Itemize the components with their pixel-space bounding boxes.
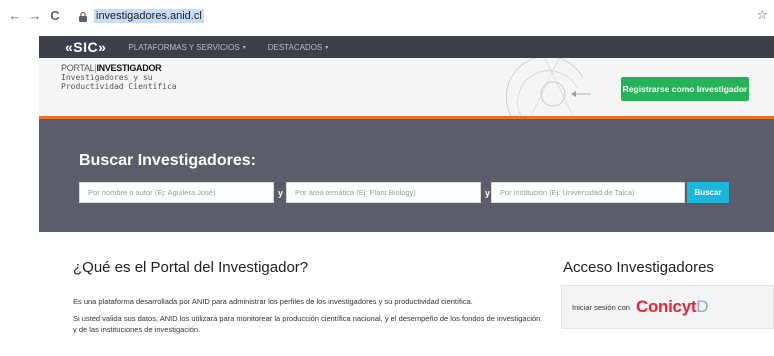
- about-paragraph-2: Si usted valida sus datos, ANID los util…: [73, 314, 541, 334]
- menu-plataformas[interactable]: PLATAFORMAS Y SERVICIOS ▾: [128, 43, 245, 52]
- logo-line2: Investigadores y su: [61, 73, 153, 82]
- logo-prefix: PORTAL: [61, 63, 95, 73]
- search-button[interactable]: Buscar: [687, 182, 729, 203]
- conicyt-logo-o: o: [647, 297, 659, 316]
- lock-icon: [79, 11, 87, 22]
- and-label: y: [278, 188, 284, 198]
- caret-down-icon: ▾: [325, 44, 329, 51]
- logo-line3: Productividad Científica: [61, 82, 177, 91]
- access-title: Acceso Investigadores: [563, 259, 714, 276]
- forward-icon[interactable]: →: [26, 6, 44, 24]
- about-title: ¿Qué es el Portal del Investigador?: [73, 259, 309, 276]
- and-label: y: [485, 188, 491, 198]
- institution-search-input[interactable]: Por institución (Ej: Universidad de Talc…: [491, 182, 685, 203]
- portal-logo[interactable]: PORTAL|INVESTIGADOR Investigadores y su …: [61, 63, 177, 92]
- conicyt-login-box[interactable]: Iniciar sesión con ConicytD: [561, 285, 774, 329]
- logo-bold: INVESTIGADOR: [96, 63, 162, 73]
- menu-destacados[interactable]: DESTACADOS ▾: [268, 43, 329, 52]
- author-search-input[interactable]: Por nombre o autor (Ej: Aguilera José): [79, 182, 274, 203]
- register-button[interactable]: Registrarse como Investigador: [621, 77, 749, 101]
- search-title: Buscar Investigadores:: [79, 152, 256, 169]
- decorative-compass-icon: [505, 58, 591, 116]
- sic-logo[interactable]: «SIC»: [65, 39, 106, 55]
- login-text: Iniciar sesión con: [572, 302, 630, 312]
- address-bar[interactable]: investigadores.anid.cl: [78, 6, 756, 26]
- conicyt-logo-d: D: [696, 297, 709, 316]
- back-icon[interactable]: ←: [6, 6, 24, 24]
- bookmark-star-icon[interactable]: ☆: [756, 7, 768, 23]
- caret-down-icon: ▾: [242, 44, 246, 51]
- reload-icon[interactable]: C: [46, 6, 64, 24]
- menu-plataformas-label: PLATAFORMAS Y SERVICIOS: [128, 42, 240, 52]
- menu-destacados-label: DESTACADOS: [267, 42, 323, 52]
- portal-header: PORTAL|INVESTIGADOR Investigadores y su …: [39, 58, 774, 116]
- conicyt-logo-c: C: [635, 297, 648, 316]
- url-text: investigadores.anid.cl: [94, 9, 204, 23]
- sic-navbar: «SIC» PLATAFORMAS Y SERVICIOS ▾ DESTACAD…: [39, 36, 774, 58]
- conicyt-logo[interactable]: ConicytD: [635, 297, 709, 317]
- about-paragraph-1: Es una plataforma desarrollada por ANID …: [73, 297, 473, 306]
- browser-toolbar: ← → C investigadores.anid.cl ☆: [0, 0, 774, 30]
- search-section: Buscar Investigadores: Por nombre o auto…: [39, 119, 774, 232]
- conicyt-logo-nicyt: nicyt: [658, 297, 697, 316]
- area-search-input[interactable]: Por área temática (Ej: Plant Biology): [286, 182, 481, 203]
